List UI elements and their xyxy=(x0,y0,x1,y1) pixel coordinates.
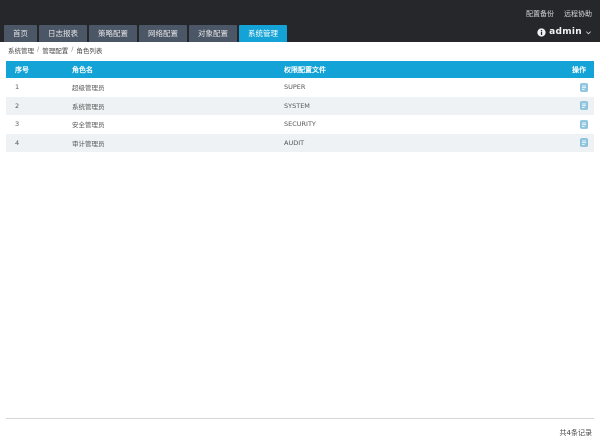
table-row: 2 系统管理员 SYSTEM xyxy=(6,96,594,115)
table-header: 序号 角色名 权限配置文件 操作 xyxy=(6,61,594,78)
tab-log-reports[interactable]: 日志报表 xyxy=(39,25,87,42)
tab-network-config[interactable]: 网络配置 xyxy=(139,25,187,42)
main-nav: 首页 日志报表 策略配置 网络配置 对象配置 系统管理 xyxy=(4,25,287,42)
tab-object-config[interactable]: 对象配置 xyxy=(189,25,237,42)
table-row: 4 审计管理员 AUDIT xyxy=(6,133,594,152)
info-circle-icon xyxy=(537,27,546,37)
username: admin xyxy=(549,27,582,37)
breadcrumb: 系统管理 / 管理配置 / 角色列表 xyxy=(8,45,102,55)
tab-system-management[interactable]: 系统管理 xyxy=(239,25,287,42)
cell-operation xyxy=(554,101,594,111)
cell-operation xyxy=(554,82,594,92)
cell-profile: SUPER xyxy=(284,83,306,92)
breadcrumb-item-role-list: 角色列表 xyxy=(76,47,103,55)
footer-divider xyxy=(6,418,594,419)
cell-no: 2 xyxy=(15,101,20,110)
edit-document-icon[interactable] xyxy=(580,119,588,129)
top-links: 配置备份 远程协助 xyxy=(526,9,592,19)
cell-role: 系统管理员 xyxy=(72,102,105,111)
cell-role: 审计管理员 xyxy=(72,139,105,148)
breadcrumb-item-management-config[interactable]: 管理配置 xyxy=(42,45,68,55)
breadcrumb-separator: / xyxy=(71,45,74,53)
column-header-no: 序号 xyxy=(15,65,29,74)
top-bar: 配置备份 远程协助 首页 日志报表 策略配置 网络配置 对象配置 系统管理 ad… xyxy=(0,0,600,42)
cell-no: 3 xyxy=(15,120,20,129)
user-menu[interactable]: admin xyxy=(537,27,592,37)
cell-role: 安全管理员 xyxy=(72,121,105,130)
cell-profile: AUDIT xyxy=(284,138,305,147)
cell-operation xyxy=(554,138,594,148)
column-header-profile: 权限配置文件 xyxy=(284,65,326,74)
breadcrumb-item-system-management[interactable]: 系统管理 xyxy=(8,45,34,55)
cell-no: 1 xyxy=(15,83,20,92)
column-header-operation: 操作 xyxy=(572,65,586,74)
role-table: 序号 角色名 权限配置文件 操作 1 超级管理员 SUPER 2 系统管理员 S… xyxy=(6,61,594,152)
remote-assist-link[interactable]: 远程协助 xyxy=(564,9,592,19)
edit-document-icon[interactable] xyxy=(580,138,588,148)
breadcrumb-separator: / xyxy=(37,45,40,53)
column-header-role: 角色名 xyxy=(72,65,93,74)
table-row: 3 安全管理员 SECURITY xyxy=(6,115,594,134)
chevron-down-icon xyxy=(586,30,591,34)
cell-no: 4 xyxy=(15,138,20,147)
config-backup-link[interactable]: 配置备份 xyxy=(526,9,554,19)
edit-document-icon[interactable] xyxy=(580,101,588,111)
record-count: 共4条记录 xyxy=(559,429,592,437)
tab-home[interactable]: 首页 xyxy=(4,25,37,42)
edit-document-icon[interactable] xyxy=(580,82,588,92)
cell-operation xyxy=(554,119,594,129)
cell-profile: SECURITY xyxy=(284,120,316,129)
cell-role: 超级管理员 xyxy=(72,84,105,93)
cell-profile: SYSTEM xyxy=(284,101,310,110)
table-row: 1 超级管理员 SUPER xyxy=(6,78,594,97)
tab-policy-config[interactable]: 策略配置 xyxy=(89,25,137,42)
